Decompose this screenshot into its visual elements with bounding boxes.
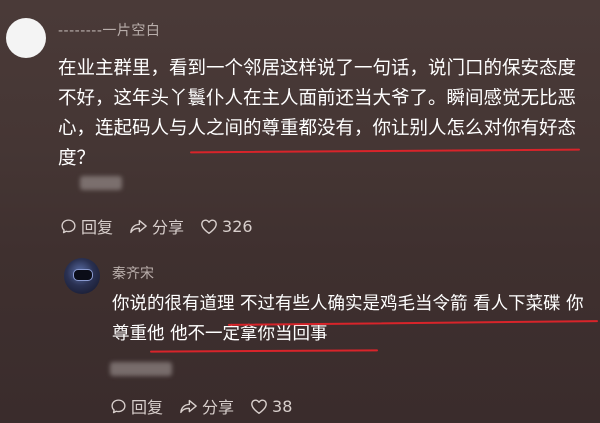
highlight-underline (149, 349, 379, 353)
like-button[interactable]: 326 (200, 217, 253, 236)
heart-icon (201, 218, 217, 234)
speech-bubble-icon (111, 398, 126, 413)
speech-bubble-icon (61, 218, 76, 233)
reply-label: 回复 (81, 218, 114, 237)
comment-text: 在业主群里，看到一个邻居这样说了一句话，说门口的保安态度不好，这年头丫鬟仆人在主… (58, 58, 577, 169)
reply-username[interactable]: 秦齐宋 (112, 263, 154, 283)
blurred-timestamp (110, 362, 172, 376)
reply-label: 回复 (131, 398, 164, 417)
avatar[interactable] (6, 18, 46, 58)
reply-actions: 回复 分享 38 (110, 394, 308, 418)
reply-button[interactable]: 回复 (60, 214, 113, 238)
reply-text: 你说的很有道理 不过有些人确实是鸡毛当令箭 看人下菜碟 你尊重他 他不一定拿你当… (112, 294, 584, 344)
like-count: 38 (272, 396, 293, 416)
share-arrow-icon (130, 219, 147, 233)
like-count: 326 (222, 216, 253, 236)
share-label: 分享 (202, 398, 235, 417)
heart-icon (251, 398, 267, 414)
comment-username[interactable]: --------一片空白 (58, 20, 160, 40)
comment-actions: 回复 分享 326 (60, 214, 269, 238)
share-arrow-icon (180, 399, 197, 413)
like-button[interactable]: 38 (250, 397, 292, 416)
share-button[interactable]: 分享 (179, 394, 234, 418)
reply-button[interactable]: 回复 (110, 394, 163, 418)
share-button[interactable]: 分享 (129, 214, 184, 238)
share-label: 分享 (152, 218, 185, 237)
blurred-timestamp (80, 176, 122, 190)
reply-avatar[interactable] (64, 258, 100, 294)
